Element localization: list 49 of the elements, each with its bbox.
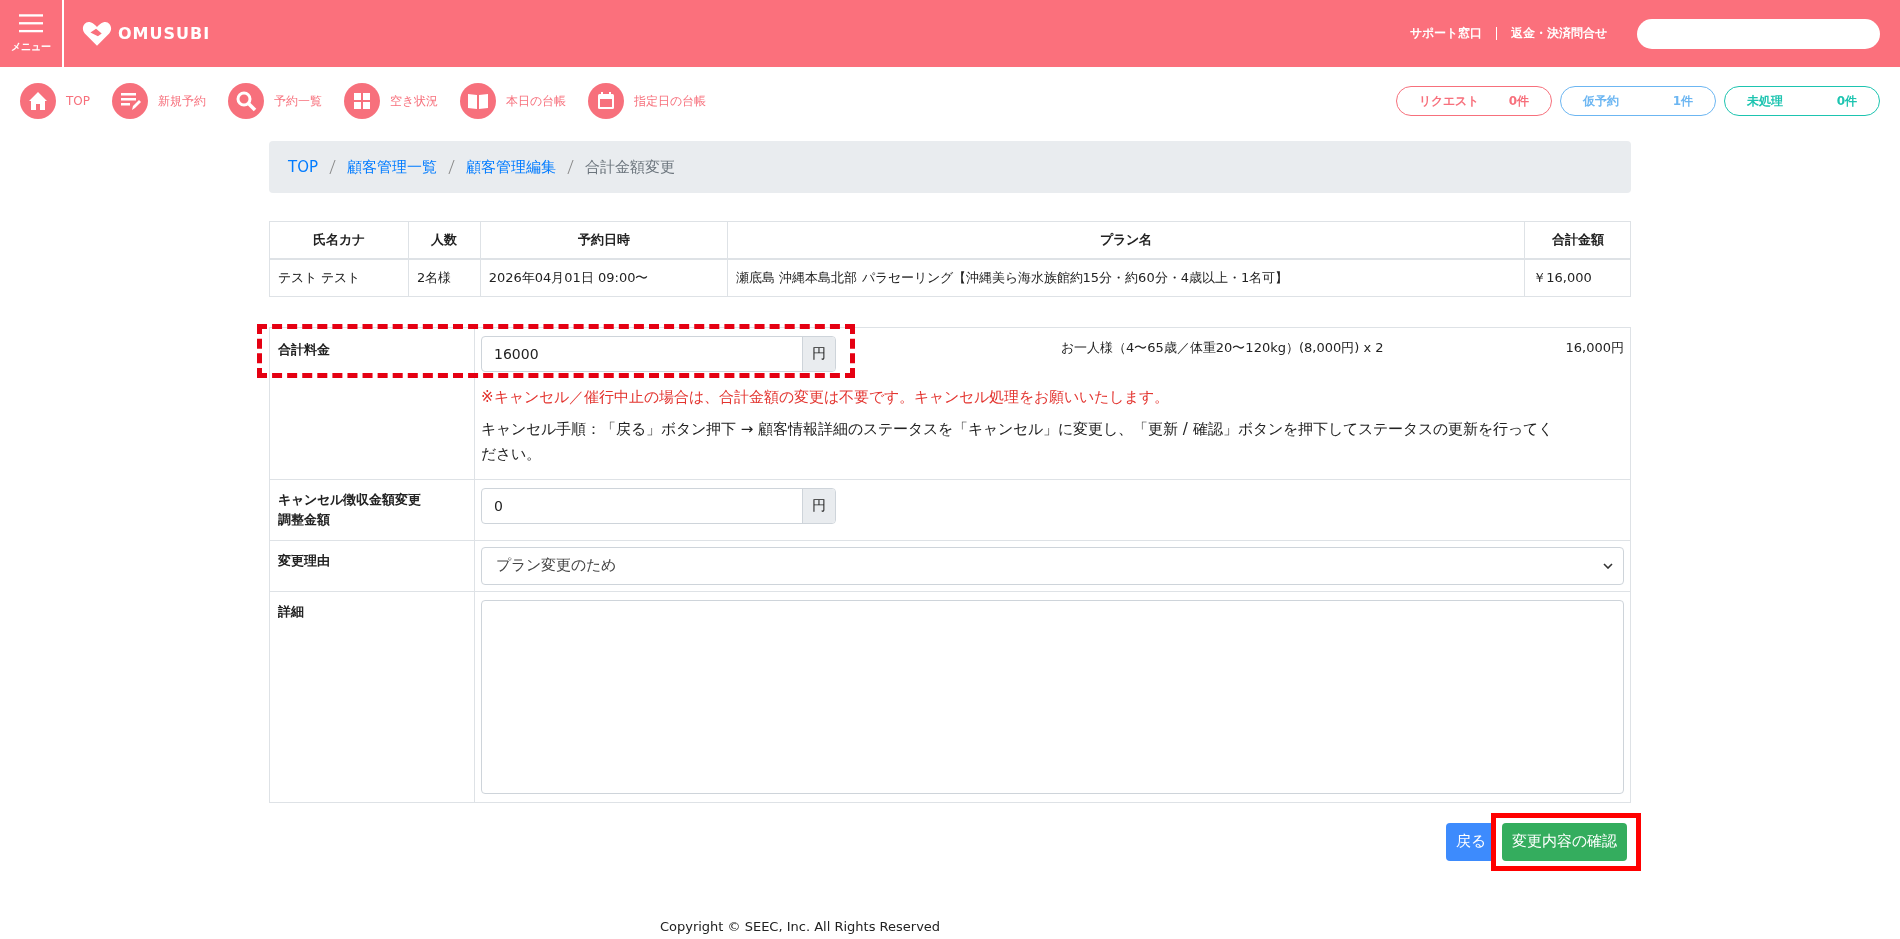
- breadcrumb-link[interactable]: 顧客管理編集: [466, 157, 556, 177]
- nav-link[interactable]: TOP: [20, 83, 90, 119]
- copyright-text: Copyright © SEEC, Inc. All Rights Reserved: [659, 919, 941, 934]
- total-amount-field[interactable]: 16000 円: [481, 336, 836, 372]
- menu-icon: [19, 13, 43, 33]
- column-header: 合計金額: [1524, 221, 1631, 259]
- grid-icon: [344, 83, 380, 119]
- breadcrumb-current: 合計金額変更: [585, 157, 675, 177]
- cancel-notice: ※キャンセル／催行中止の場合は、合計金額の変更は不要です。キャンセル処理をお願いいたします。: [481, 388, 1170, 407]
- calendar-icon: [588, 83, 624, 119]
- cancel-instructions: キャンセル手順：「戻る」ボタン押下 → 顧客情報詳細のステータスを「キャンセル」に変更し、「更新 / 確認」ボタンを押下してステータスの更新を行ってください。: [481, 419, 1554, 465]
- status-counter[interactable]: リクエスト 0件: [1396, 86, 1552, 116]
- action-button[interactable]: 変更内容の確認: [1502, 822, 1627, 861]
- price-breakdown: お一人様（4〜65歳／体重20〜120kg）(8,000円) x 2: [1061, 339, 1384, 357]
- logo-text: OMUSUBI: [118, 24, 211, 43]
- field-label: 合計料金: [278, 342, 330, 357]
- reason-select[interactable]: プラン変更のため: [481, 546, 1624, 585]
- search-field[interactable]: [1637, 18, 1880, 49]
- table-cell: 2名様: [408, 259, 481, 297]
- breadcrumb-link[interactable]: 顧客管理一覧: [347, 157, 437, 177]
- table-cell: ￥16,000: [1524, 259, 1631, 297]
- table-cell: 2026年04月01日 09:00〜: [480, 259, 728, 297]
- nav-link[interactable]: 新規予約: [112, 83, 206, 119]
- status-counter[interactable]: 未処理 0件: [1724, 86, 1880, 116]
- column-header: 氏名カナ: [269, 221, 409, 259]
- status-counter[interactable]: 仮予約 1件: [1560, 86, 1716, 116]
- table-cell: テスト テスト: [269, 259, 409, 297]
- search-icon: [228, 83, 264, 119]
- breakdown-amount: 16,000円: [1565, 339, 1624, 357]
- adjustment-amount-field[interactable]: 0 円: [481, 487, 836, 524]
- header-link[interactable]: サポート窓口: [1410, 25, 1482, 42]
- nav-link[interactable]: 空き状況: [344, 83, 438, 119]
- chevron-down-icon: [1603, 562, 1613, 569]
- nav-link[interactable]: 予約一覧: [228, 83, 322, 119]
- column-header: 人数: [408, 221, 481, 259]
- table-cell: 瀬底島 沖縄本島北部 パラセーリング【沖縄美ら海水族館約15分・約60分・4歳以上・1名可】: [727, 259, 1525, 297]
- breadcrumb-link[interactable]: TOP: [288, 158, 318, 176]
- nav-link[interactable]: 指定日の台帳: [588, 83, 706, 119]
- nav-link[interactable]: 本日の台帳: [460, 83, 566, 119]
- column-header: プラン名: [727, 221, 1525, 259]
- field-label: キャンセル徴収金額変更 調整金額: [278, 491, 421, 527]
- home-icon: [20, 83, 56, 119]
- book-icon: [460, 83, 496, 119]
- field-label: 詳細: [278, 603, 304, 619]
- column-header: 予約日時: [480, 221, 728, 259]
- document-pen-icon: [112, 83, 148, 119]
- field-label: 変更理由: [278, 552, 330, 568]
- header-link[interactable]: 返金・決済問合せ: [1511, 25, 1607, 42]
- heart-logo-icon: [82, 20, 112, 47]
